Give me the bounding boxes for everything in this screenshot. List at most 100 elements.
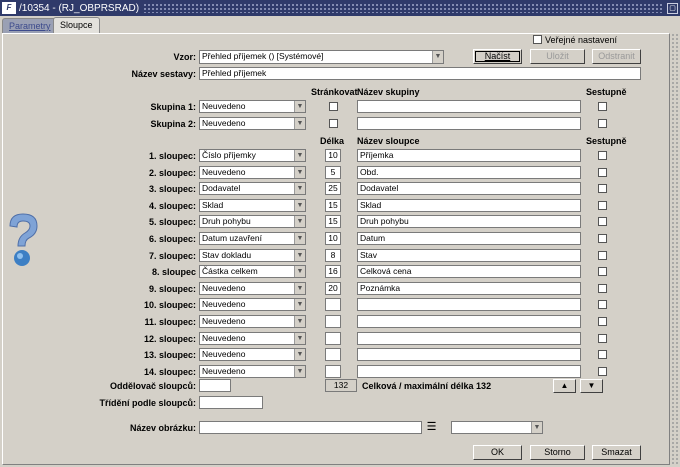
column-8-sestupne-checkbox[interactable] — [598, 267, 607, 276]
column-9-name-input[interactable]: Poznámka — [357, 282, 581, 295]
move-down-button[interactable]: ▼ — [580, 379, 603, 393]
column-3-select[interactable]: Dodavatel ▼ — [199, 182, 306, 195]
column-11-sestupne-checkbox[interactable] — [598, 317, 607, 326]
column-4-length-input[interactable]: 15 — [325, 199, 341, 212]
column-6-name-input[interactable]: Datum — [357, 232, 581, 245]
column-4-select[interactable]: Sklad ▼ — [199, 199, 306, 212]
obrazek-type-select[interactable]: ▼ — [451, 421, 543, 434]
column-5-sestupne-checkbox[interactable] — [598, 217, 607, 226]
column-7-length-input[interactable]: 8 — [325, 249, 341, 262]
list-picker-icon[interactable]: ☰ — [425, 421, 438, 434]
column-10-length-input[interactable] — [325, 298, 341, 311]
column-6-sestupne-checkbox[interactable] — [598, 234, 607, 243]
column-12-sestupne-checkbox[interactable] — [598, 334, 607, 343]
chevron-down-icon[interactable]: ▼ — [531, 422, 542, 433]
column-8-length-input[interactable]: 16 — [325, 265, 341, 278]
vertical-scrollbar[interactable] — [671, 33, 679, 465]
column-6-length-input[interactable]: 10 — [325, 232, 341, 245]
trideni-input[interactable] — [199, 396, 263, 409]
column-2-select[interactable]: Neuvedeno ▼ — [199, 166, 306, 179]
column-3-sestupne-checkbox[interactable] — [598, 184, 607, 193]
column-1-name-input[interactable]: Příjemka — [357, 149, 581, 162]
column-7-select[interactable]: Stav dokladu ▼ — [199, 249, 306, 262]
ulozit-button[interactable]: Uložit — [530, 49, 585, 64]
storno-button[interactable]: Storno — [530, 445, 585, 460]
column-9-sestupne-checkbox[interactable] — [598, 284, 607, 293]
chevron-down-icon[interactable]: ▼ — [294, 250, 305, 261]
oddelovac-input[interactable] — [199, 379, 231, 392]
column-5-length-input[interactable]: 15 — [325, 215, 341, 228]
column-4-sestupne-checkbox[interactable] — [598, 201, 607, 210]
odstranit-button[interactable]: Odstranit — [592, 49, 641, 64]
column-5-name-input[interactable]: Druh pohybu — [357, 215, 581, 228]
ok-button[interactable]: OK — [473, 445, 522, 460]
column-10-name-input[interactable] — [357, 298, 581, 311]
skupina-1-select[interactable]: Neuvedeno ▼ — [199, 100, 306, 113]
chevron-down-icon[interactable]: ▼ — [294, 200, 305, 211]
column-2-name-input[interactable]: Obd. — [357, 166, 581, 179]
column-12-name-input[interactable] — [357, 332, 581, 345]
column-14-select[interactable]: Neuvedeno ▼ — [199, 365, 306, 378]
column-9-select[interactable]: Neuvedeno ▼ — [199, 282, 306, 295]
skupina-1-name-input[interactable] — [357, 100, 581, 113]
column-11-name-input[interactable] — [357, 315, 581, 328]
column-3-length-input[interactable]: 25 — [325, 182, 341, 195]
chevron-down-icon[interactable]: ▼ — [294, 266, 305, 277]
chevron-down-icon[interactable]: ▼ — [294, 366, 305, 377]
chevron-down-icon[interactable]: ▼ — [294, 349, 305, 360]
column-14-name-input[interactable] — [357, 365, 581, 378]
chevron-down-icon[interactable]: ▼ — [294, 316, 305, 327]
column-13-select[interactable]: Neuvedeno ▼ — [199, 348, 306, 361]
skupina-2-sestupne-checkbox[interactable] — [598, 119, 607, 128]
column-1-length-input[interactable]: 10 — [325, 149, 341, 162]
column-14-sestupne-checkbox[interactable] — [598, 367, 607, 376]
nazev-obrazku-input[interactable] — [199, 421, 422, 434]
column-13-length-input[interactable] — [325, 348, 341, 361]
column-8-select[interactable]: Částka celkem ▼ — [199, 265, 306, 278]
skupina-1-sestupne-checkbox[interactable] — [598, 102, 607, 111]
tab-parametry[interactable]: Parametry — [2, 18, 58, 33]
column-7-name-input[interactable]: Stav — [357, 249, 581, 262]
column-2-length-input[interactable]: 5 — [325, 166, 341, 179]
skupina-1-strankovat-checkbox[interactable] — [329, 102, 338, 111]
column-8-name-input[interactable]: Celková cena — [357, 265, 581, 278]
vzor-select[interactable]: Přehled příjemek () [Systémové] ▼ — [199, 50, 444, 64]
verejne-nastaveni-checkbox[interactable] — [533, 35, 542, 44]
chevron-down-icon[interactable]: ▼ — [432, 51, 443, 63]
column-4-name-input[interactable]: Sklad — [357, 199, 581, 212]
column-1-select[interactable]: Číslo příjemky ▼ — [199, 149, 306, 162]
chevron-down-icon[interactable]: ▼ — [294, 167, 305, 178]
chevron-down-icon[interactable]: ▼ — [294, 118, 305, 129]
column-12-length-input[interactable] — [325, 332, 341, 345]
column-7-sestupne-checkbox[interactable] — [598, 251, 607, 260]
chevron-down-icon[interactable]: ▼ — [294, 333, 305, 344]
column-5-select[interactable]: Druh pohybu ▼ — [199, 215, 306, 228]
column-12-select[interactable]: Neuvedeno ▼ — [199, 332, 306, 345]
maximize-icon[interactable]: ▢ — [667, 2, 678, 14]
tab-sloupce[interactable]: Sloupce — [53, 17, 100, 33]
chevron-down-icon[interactable]: ▼ — [294, 183, 305, 194]
column-6-select[interactable]: Datum uzavření ▼ — [199, 232, 306, 245]
column-11-select[interactable]: Neuvedeno ▼ — [199, 315, 306, 328]
skupina-2-name-input[interactable] — [357, 117, 581, 130]
chevron-down-icon[interactable]: ▼ — [294, 283, 305, 294]
column-13-sestupne-checkbox[interactable] — [598, 350, 607, 359]
chevron-down-icon[interactable]: ▼ — [294, 101, 305, 112]
chevron-down-icon[interactable]: ▼ — [294, 233, 305, 244]
column-3-name-input[interactable]: Dodavatel — [357, 182, 581, 195]
nacist-button[interactable]: Načíst — [473, 49, 522, 64]
column-13-name-input[interactable] — [357, 348, 581, 361]
column-14-length-input[interactable] — [325, 365, 341, 378]
nazev-sestavy-input[interactable]: Přehled příjemek — [199, 67, 641, 80]
column-2-sestupne-checkbox[interactable] — [598, 168, 607, 177]
skupina-2-select[interactable]: Neuvedeno ▼ — [199, 117, 306, 130]
column-10-sestupne-checkbox[interactable] — [598, 300, 607, 309]
column-10-select[interactable]: Neuvedeno ▼ — [199, 298, 306, 311]
chevron-down-icon[interactable]: ▼ — [294, 150, 305, 161]
column-9-length-input[interactable]: 20 — [325, 282, 341, 295]
skupina-2-strankovat-checkbox[interactable] — [329, 119, 338, 128]
column-1-sestupne-checkbox[interactable] — [598, 151, 607, 160]
chevron-down-icon[interactable]: ▼ — [294, 299, 305, 310]
move-up-button[interactable]: ▲ — [553, 379, 576, 393]
chevron-down-icon[interactable]: ▼ — [294, 216, 305, 227]
